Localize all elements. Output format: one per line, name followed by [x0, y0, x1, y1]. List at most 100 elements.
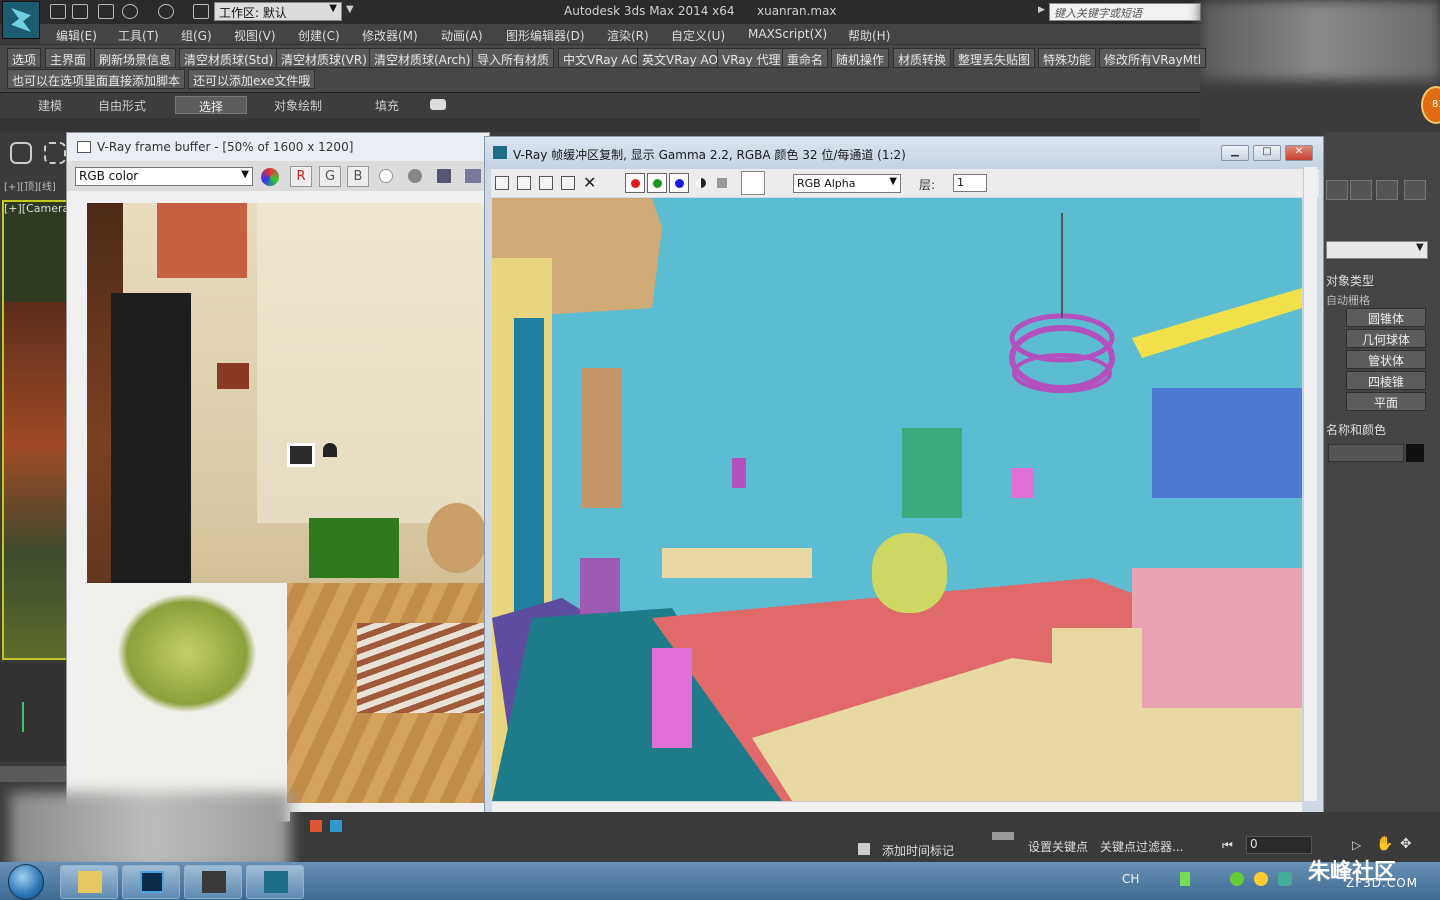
undo-icon[interactable] — [122, 4, 138, 19]
plugin-button[interactable]: 重命名 — [782, 48, 829, 68]
go-to-start-icon[interactable]: ⏮ — [1222, 838, 1233, 853]
geosphere-button[interactable]: 几何球体 — [1346, 329, 1426, 348]
plugin-button[interactable]: 刷新场景信息 — [94, 48, 177, 68]
start-button[interactable] — [8, 864, 44, 900]
minimize-button[interactable]: ▁ — [1221, 145, 1249, 161]
plugin-button[interactable]: 英文VRay AO — [637, 48, 723, 68]
plugin-button[interactable]: 也可以在选项里面直接添加脚本 — [7, 69, 186, 89]
blue-channel-button[interactable] — [669, 173, 689, 193]
alpha-channel-icon[interactable] — [379, 169, 393, 183]
auto-grid-label[interactable]: 自动栅格 — [1326, 292, 1370, 308]
open-file-icon[interactable] — [72, 4, 88, 19]
plugin-button[interactable]: 中文VRay AO — [558, 48, 644, 68]
mono-icon[interactable] — [717, 178, 727, 188]
plane-button[interactable]: 平面 — [1346, 392, 1426, 411]
clone-vfb-icon[interactable] — [465, 169, 481, 183]
key-icon[interactable] — [992, 832, 1014, 840]
tray-icon[interactable] — [1230, 872, 1244, 886]
plugin-button[interactable]: 清空材质球(Arch) — [369, 48, 476, 68]
channel-select[interactable]: RGB color ▼ — [75, 167, 253, 186]
tray-language[interactable]: CH — [1122, 872, 1139, 886]
hierarchy-icon[interactable] — [1326, 180, 1348, 200]
project-folder-icon[interactable] — [193, 4, 209, 19]
swatch-white[interactable] — [741, 171, 765, 195]
play-icon[interactable]: ▷ — [1352, 838, 1361, 852]
taskbar-app[interactable] — [184, 865, 242, 899]
green-channel-button[interactable]: G — [319, 166, 341, 187]
orbit-icon[interactable]: ✥ — [1400, 836, 1412, 852]
pan-hand-icon[interactable]: ✋ — [1376, 836, 1393, 852]
save-icon[interactable] — [495, 176, 509, 190]
menu-graph-editors[interactable]: 图形编辑器(D) — [506, 27, 585, 44]
redo-icon[interactable] — [158, 4, 174, 19]
maximize-button[interactable]: □ — [1253, 145, 1281, 161]
frame-input[interactable]: 0 — [1246, 836, 1312, 854]
cone-button[interactable]: 圆锥体 — [1346, 308, 1426, 327]
tube-button[interactable]: 管状体 — [1346, 350, 1426, 369]
app-menu-button[interactable] — [2, 1, 40, 39]
mono-channel-icon[interactable] — [408, 169, 422, 183]
copy-icon[interactable] — [517, 176, 531, 190]
layer-spinner[interactable]: 1 — [953, 174, 987, 192]
plugin-button[interactable]: 清空材质球(Std) — [179, 48, 279, 68]
object-color-swatch[interactable] — [1406, 444, 1424, 462]
menu-group[interactable]: 组(G) — [181, 27, 212, 44]
plugin-button[interactable]: VRay 代理 — [717, 48, 786, 68]
ribbon-toggle-icon[interactable] — [430, 99, 446, 110]
object-category-select[interactable] — [1326, 241, 1428, 259]
tab-object-paint[interactable]: 对象绘制 — [268, 96, 328, 114]
search-input[interactable]: 键入关键字或短语 — [1049, 3, 1201, 21]
plugin-button[interactable]: 随机操作 — [831, 48, 890, 68]
key-filters-button[interactable]: 关键点过滤器... — [1100, 838, 1183, 855]
motion-icon[interactable] — [1350, 180, 1372, 200]
menu-help[interactable]: 帮助(H) — [848, 27, 890, 44]
green-channel-button[interactable] — [647, 173, 667, 193]
save-file-icon[interactable] — [98, 4, 114, 19]
menu-animation[interactable]: 动画(A) — [441, 27, 483, 44]
tray-icon[interactable] — [1254, 872, 1268, 886]
display-icon[interactable] — [1376, 180, 1398, 200]
plugin-button[interactable]: 主界面 — [45, 48, 92, 68]
set-key-button[interactable]: 设置关键点 — [1028, 838, 1088, 855]
plugin-button[interactable]: 清空材质球(VR) — [276, 48, 372, 68]
tab-selection[interactable]: 选择 — [175, 96, 247, 114]
save-image-icon[interactable] — [437, 169, 451, 183]
new-file-icon[interactable] — [50, 4, 66, 19]
channel-select[interactable]: RGB Alpha ▼ — [793, 174, 901, 193]
utilities-icon[interactable] — [1404, 180, 1426, 200]
camera-viewport[interactable] — [2, 200, 68, 660]
menu-edit[interactable]: 编辑(E) — [56, 27, 97, 44]
taskbar-explorer[interactable] — [60, 865, 118, 899]
tab-modeling[interactable]: 建模 — [32, 96, 68, 114]
menu-rendering[interactable]: 渲染(R) — [607, 27, 649, 44]
time-tag-icon[interactable] — [858, 843, 870, 855]
menu-maxscript[interactable]: MAXScript(X) — [748, 27, 827, 41]
blue-channel-button[interactable]: B — [347, 166, 369, 187]
red-channel-button[interactable] — [625, 173, 645, 193]
menu-modifiers[interactable]: 修改器(M) — [362, 27, 418, 44]
viewport-label[interactable]: [+][Camera — [4, 202, 69, 215]
time-slider[interactable] — [0, 766, 70, 782]
object-name-input[interactable] — [1328, 444, 1404, 462]
alpha-icon[interactable] — [696, 178, 706, 188]
red-channel-button[interactable]: R — [290, 166, 312, 187]
taskbar-3dsmax[interactable] — [246, 865, 304, 899]
print-icon[interactable] — [561, 176, 575, 190]
chevron-down-icon[interactable]: ▼ — [346, 4, 354, 15]
menu-tools[interactable]: 工具(T) — [118, 27, 159, 44]
pyramid-button[interactable]: 四棱锥 — [1346, 371, 1426, 390]
menu-customize[interactable]: 自定义(U) — [671, 27, 725, 44]
plugin-button[interactable]: 修改所有VRayMtl — [1099, 48, 1207, 68]
tab-populate[interactable]: 填充 — [369, 96, 405, 114]
battery-icon[interactable] — [1180, 872, 1190, 886]
tab-freeform[interactable]: 自由形式 — [92, 96, 152, 114]
link-icon[interactable] — [10, 142, 32, 164]
color-wheel-icon[interactable] — [261, 168, 279, 186]
plugin-button[interactable]: 材质转换 — [893, 48, 952, 68]
plugin-button[interactable]: 选项 — [7, 48, 42, 68]
plugin-button[interactable]: 还可以添加exe文件哦 — [188, 69, 316, 89]
add-time-tag[interactable]: 添加时间标记 — [882, 842, 954, 859]
plugin-button[interactable]: 整理丢失贴图 — [953, 48, 1036, 68]
shield-icon[interactable] — [1278, 872, 1292, 886]
playback-key-icon[interactable] — [310, 820, 322, 832]
